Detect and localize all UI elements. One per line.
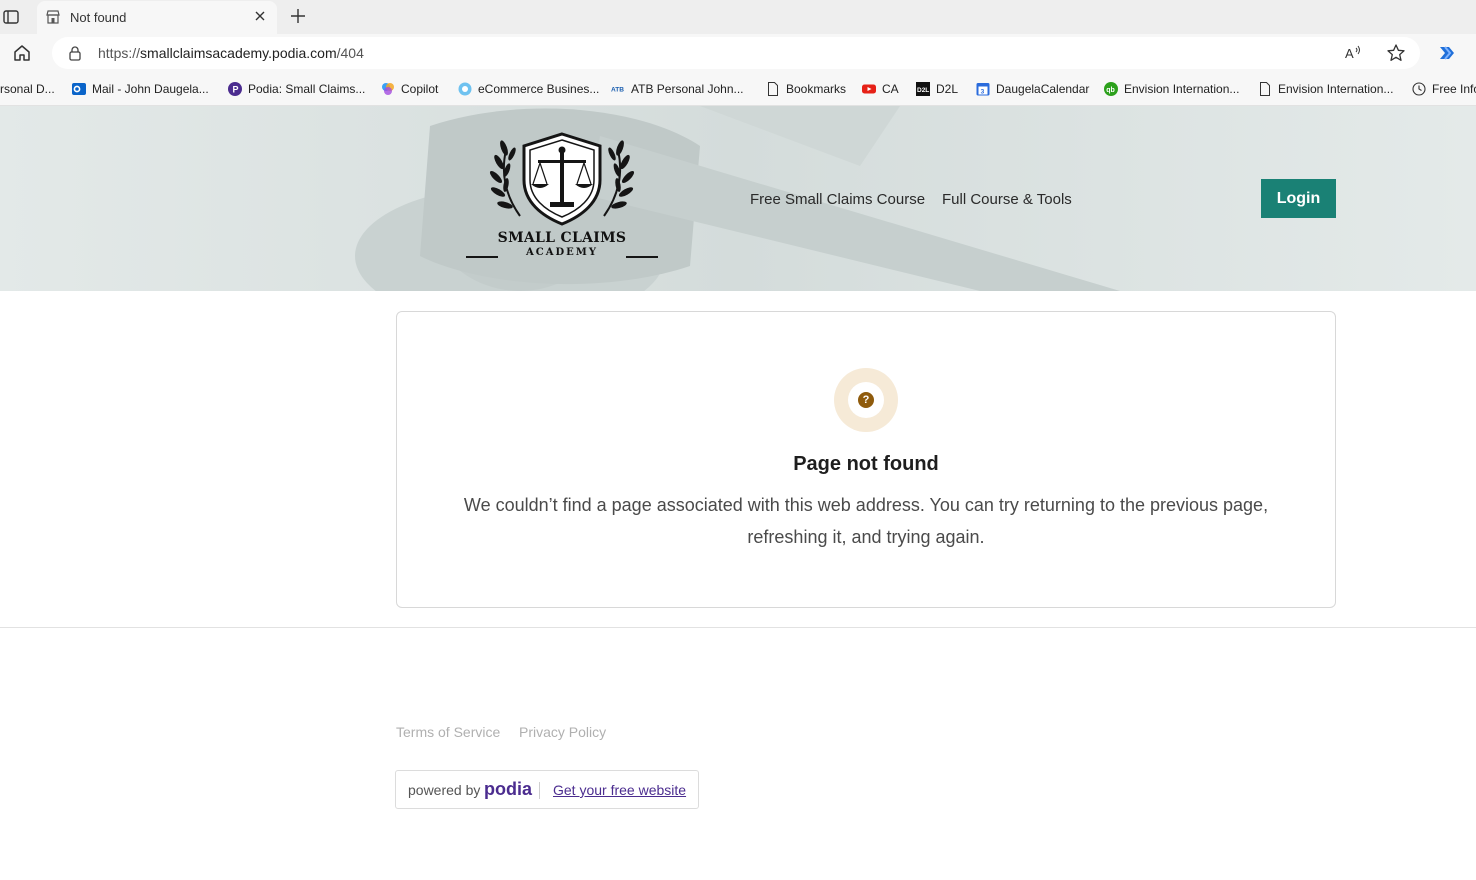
scales-shield-emblem	[489, 132, 635, 226]
clock-icon	[1412, 82, 1426, 96]
bookmark-item[interactable]: P Podia: Small Claims...	[228, 80, 365, 98]
bookmark-item[interactable]: eCommerce Busines...	[458, 80, 599, 98]
lock-icon[interactable]	[67, 45, 83, 61]
home-icon[interactable]	[12, 43, 32, 63]
bookmark-item[interactable]: ATB ATB Personal John...	[611, 80, 744, 98]
store-icon	[46, 10, 60, 24]
url-host: smallclaimsacademy.podia.com	[140, 45, 337, 61]
browser-tab-active[interactable]: Not found	[37, 1, 277, 34]
bookmark-label: Free Info	[1432, 82, 1476, 96]
question-icon: ?	[858, 392, 874, 408]
terms-link[interactable]: Terms of Service	[396, 724, 500, 740]
page-title: Page not found	[793, 453, 939, 475]
bookmark-label: D2L	[936, 82, 959, 96]
circle-icon	[458, 82, 472, 96]
svg-text:qb: qb	[1106, 87, 1115, 94]
bookmark-label: ATB Personal John...	[631, 82, 744, 96]
bookmark-label: eCommerce Busines...	[478, 82, 600, 96]
logo-rules	[466, 256, 658, 258]
footer-divider	[0, 627, 1476, 628]
svg-text:ATB: ATB	[611, 87, 624, 94]
question-badge: ?	[834, 368, 898, 432]
question-badge-inner: ?	[848, 382, 884, 418]
bookmark-label: Envision Internation...	[1278, 82, 1394, 96]
not-found-card: ? Page not found We couldn’t find a page…	[396, 311, 1336, 608]
site-logo[interactable]: SMALL CLAIMS ACADEMY	[460, 130, 664, 266]
bookmark-label: DaugelaCalendar	[996, 82, 1090, 96]
nav-free-course[interactable]: Free Small Claims Course	[750, 191, 925, 208]
bookmark-label: Copilot	[401, 82, 439, 96]
privacy-link[interactable]: Privacy Policy	[519, 724, 606, 740]
powered-by-podia-badge: powered by podia Get your free website	[395, 770, 699, 809]
star-icon[interactable]	[1386, 43, 1406, 63]
podia-icon: P	[228, 82, 242, 96]
youtube-icon	[862, 84, 876, 94]
gavel-background-image	[0, 106, 1476, 291]
badge-separator	[539, 782, 540, 799]
url-text: https://smallclaimsacademy.podia.com/404	[98, 45, 364, 61]
browser-tab-bar: Not found	[0, 0, 1476, 34]
bookmark-item[interactable]: Bookmarks	[766, 80, 846, 98]
svg-text:A: A	[1345, 46, 1354, 61]
quickbooks-icon: qb	[1104, 82, 1118, 96]
svg-text:3: 3	[981, 89, 985, 96]
bookmark-item[interactable]: Mail - John Daugela...	[72, 80, 209, 98]
svg-text:P: P	[233, 85, 239, 95]
bookmark-item[interactable]: Free Info	[1412, 80, 1476, 98]
login-button[interactable]: Login	[1261, 179, 1336, 218]
bookmark-label: Mail - John Daugela...	[92, 82, 209, 96]
bookmark-item[interactable]: CA	[862, 80, 899, 98]
atb-icon: ATB	[611, 87, 624, 94]
bookmark-label: Podia: Small Claims...	[248, 82, 366, 96]
powered-by-text: powered by	[408, 782, 481, 798]
read-aloud-icon[interactable]: A	[1344, 44, 1362, 62]
bookmark-item[interactable]: Copilot	[381, 80, 438, 98]
url-input[interactable]: https://smallclaimsacademy.podia.com/404…	[52, 37, 1420, 69]
d2l-icon: D2L	[916, 82, 930, 96]
logo-title: SMALL CLAIMS	[497, 230, 627, 246]
address-bar-row: https://smallclaimsacademy.podia.com/404…	[0, 34, 1476, 72]
url-prefix: https://	[98, 45, 141, 61]
bookmark-label: Bookmarks	[786, 82, 847, 96]
bookmark-label: Envision Internation...	[1124, 82, 1240, 96]
bookmark-item[interactable]: D2L D2L	[916, 80, 958, 98]
bookmark-item[interactable]: Envision Internation...	[1258, 80, 1393, 98]
tab-title: Not found	[70, 10, 127, 25]
calendar-icon: 3	[976, 83, 990, 96]
site-header: SMALL CLAIMS ACADEMY Free Small Claims C…	[0, 106, 1476, 291]
bookmark-item[interactable]: rsonal D...	[0, 80, 55, 98]
svg-text:D2L: D2L	[917, 87, 929, 94]
tab-actions-icon[interactable]	[2, 8, 20, 26]
new-tab-icon[interactable]	[289, 7, 307, 25]
nav-full-course[interactable]: Full Course & Tools	[942, 191, 1072, 208]
page-icon	[768, 82, 778, 96]
url-path: /404	[336, 45, 364, 61]
error-message: We couldn’t find a page associated with …	[463, 495, 1269, 547]
close-icon[interactable]	[253, 9, 267, 23]
podia-logo[interactable]: podia	[484, 779, 532, 800]
bookmark-label: CA	[882, 82, 899, 96]
bookmark-label: rsonal D...	[0, 82, 55, 96]
bookmarks-bar: rsonal D... Mail - John Daugela... P Pod…	[0, 72, 1476, 106]
page-icon	[1260, 82, 1270, 96]
free-website-link[interactable]: Get your free website	[553, 782, 686, 798]
copilot-icon[interactable]	[1437, 43, 1457, 63]
bookmark-item[interactable]: qb Envision Internation...	[1104, 80, 1239, 98]
bookmark-item[interactable]: 3 DaugelaCalendar	[976, 80, 1089, 98]
copilot-icon	[382, 83, 394, 95]
outlook-icon	[72, 83, 86, 95]
